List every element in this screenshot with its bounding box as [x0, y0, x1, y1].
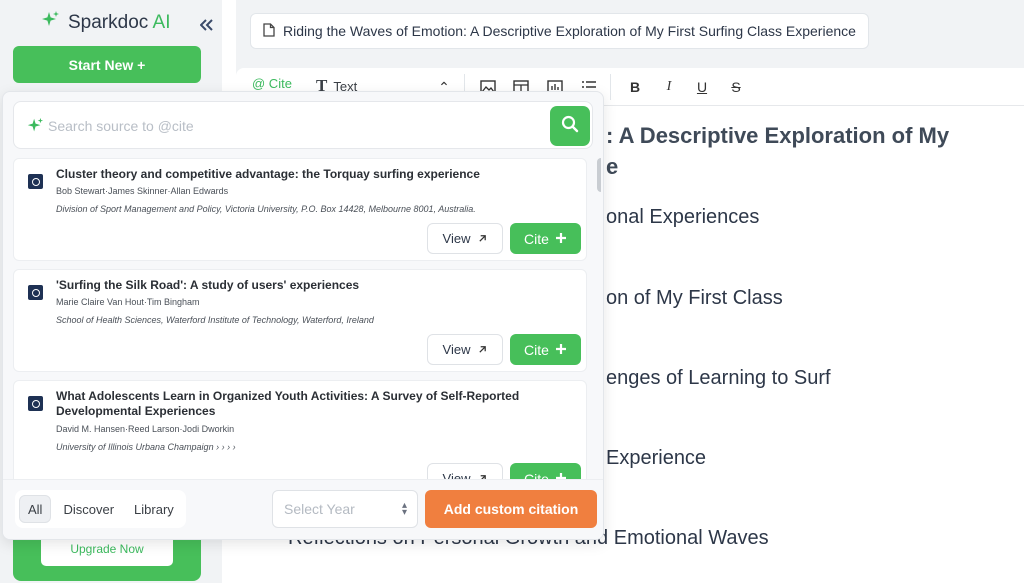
brand-name: Sparkdoc AI	[68, 11, 171, 33]
cite-search-panel: Cluster theory and competitive advantage…	[2, 91, 604, 540]
start-new-button[interactable]: Start New +	[13, 46, 201, 83]
result-authors: David M. Hansen·Reed Larson·Jodi Dworkin	[56, 424, 235, 434]
year-select[interactable]: Select Year ▴ ▾	[272, 490, 418, 528]
cite-search-input[interactable]	[48, 114, 538, 138]
select-chevron-icon: ▴ ▾	[401, 500, 407, 518]
view-button[interactable]: View	[427, 334, 503, 365]
source-logo-icon	[28, 174, 43, 189]
sparkle-icon	[26, 117, 44, 140]
section-heading: Experience	[606, 447, 707, 469]
result-affiliation: University of Illinois Urbana Champaign …	[56, 442, 236, 452]
view-label: View	[442, 231, 471, 246]
sparkle-icon	[40, 10, 60, 35]
cite-label: Cite	[524, 341, 549, 358]
plus-icon	[555, 231, 567, 247]
filter-tab-all[interactable]: All	[19, 495, 52, 523]
search-icon	[561, 115, 579, 138]
section-heading: on of My First Class	[606, 287, 783, 309]
source-logo-icon	[28, 396, 43, 411]
toolbar-divider	[610, 74, 611, 100]
bold-button[interactable]: B	[626, 78, 644, 96]
italic-button[interactable]: I	[660, 78, 678, 96]
cite-tool[interactable]: @ Cite	[252, 76, 292, 91]
result-card: 'Surfing the Silk Road': A study of user…	[13, 269, 587, 372]
cite-panel-footer: All Discover Library Select Year ▴ ▾ Add …	[3, 479, 603, 539]
result-authors: Marie Claire Van Hout·Tim Bingham	[56, 297, 200, 307]
plus-icon	[555, 342, 567, 358]
external-arrow-icon	[478, 342, 487, 357]
cite-label: Cite	[524, 230, 549, 247]
document-heading: : A Descriptive Exploration of My	[606, 123, 950, 148]
underline-button[interactable]: U	[693, 78, 711, 96]
section-heading: enges of Learning to Surf	[606, 367, 831, 389]
document-heading: e	[606, 154, 619, 179]
cite-button[interactable]: Cite	[510, 334, 581, 365]
search-button[interactable]	[550, 106, 590, 146]
document-title-bar[interactable]: Riding the Waves of Emotion: A Descripti…	[250, 13, 869, 49]
brand: Sparkdoc AI	[40, 10, 170, 35]
result-authors: Bob Stewart·James Skinner·Allan Edwards	[56, 186, 229, 196]
external-arrow-icon	[478, 231, 487, 246]
result-title: 'Surfing the Silk Road': A study of user…	[56, 278, 360, 292]
section-heading: onal Experiences	[606, 206, 760, 228]
result-card: Cluster theory and competitive advantage…	[13, 158, 587, 261]
document-icon	[263, 22, 275, 40]
filter-tab-library[interactable]: Library	[126, 495, 182, 523]
source-logo-icon	[28, 285, 43, 300]
filter-tab-discover[interactable]: Discover	[55, 495, 122, 523]
cite-search-box	[13, 101, 593, 149]
result-affiliation: School of Health Sciences, Waterford Ins…	[56, 315, 374, 325]
cite-button[interactable]: Cite	[510, 223, 581, 254]
source-filter-tabs: All Discover Library	[15, 490, 186, 528]
result-affiliation: Division of Sport Management and Policy,…	[56, 204, 476, 214]
strikethrough-button[interactable]: S	[727, 78, 745, 96]
document-title: Riding the Waves of Emotion: A Descripti…	[283, 23, 856, 39]
result-title: What Adolescents Learn in Organized Yout…	[56, 389, 520, 418]
view-label: View	[442, 342, 471, 357]
result-title: Cluster theory and competitive advantage…	[56, 167, 480, 181]
add-custom-citation-button[interactable]: Add custom citation	[425, 490, 597, 528]
collapse-sidebar-icon[interactable]	[196, 14, 218, 36]
scrollbar-thumb[interactable]	[597, 158, 601, 192]
year-select-label: Select Year	[284, 501, 355, 517]
view-button[interactable]: View	[427, 223, 503, 254]
